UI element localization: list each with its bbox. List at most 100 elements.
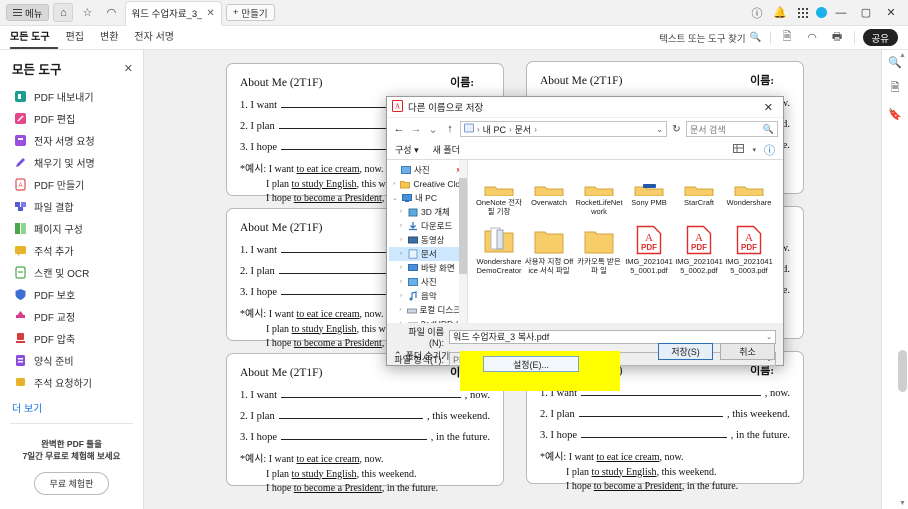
chevron-right-icon[interactable]: › — [397, 223, 405, 229]
answer-blank[interactable] — [581, 429, 727, 438]
sidebar-show-more[interactable]: 더 보기 — [0, 393, 143, 415]
file-item[interactable]: Sony PMB — [624, 166, 674, 217]
file-item[interactable]: Overwatch — [524, 166, 574, 217]
scroll-up-arrow[interactable]: ▲ — [898, 52, 907, 59]
folder-tree[interactable]: 사진 📌 › Creative Cloud Fil ⌄ 내 PC › 3D 개체 — [387, 160, 468, 323]
document-tab[interactable]: 워드 수업자료_3_ ✕ — [125, 0, 222, 26]
organize-button[interactable]: 구성 ▾ — [395, 143, 419, 156]
scroll-down-arrow[interactable]: ▼ — [898, 500, 907, 507]
tab-all-tools[interactable]: 모든 도구 — [10, 26, 58, 49]
cloud-sync-icon[interactable]: ◠ — [804, 29, 821, 46]
chevron-right-icon[interactable]: › — [397, 251, 405, 257]
chevron-right-icon[interactable]: › — [391, 181, 397, 187]
answer-blank[interactable] — [278, 410, 423, 419]
bookmark-icon[interactable]: 🔖 — [888, 108, 902, 121]
answer-blank[interactable] — [281, 389, 461, 398]
sidebar-item-add-comment[interactable]: 주석 추가 — [0, 239, 143, 261]
file-list[interactable]: OneNote 전자 필 기장 Overwatch RocketLifeNetw… — [468, 160, 783, 323]
help-icon[interactable]: ⓘ — [747, 3, 767, 22]
tree-item-creative-cloud[interactable]: › Creative Cloud Fil — [389, 177, 467, 191]
tree-scrollbar[interactable] — [459, 160, 467, 323]
back-button[interactable]: ← — [392, 123, 406, 135]
dialog-close-icon[interactable]: ✕ — [759, 101, 778, 114]
bell-icon[interactable]: 🔔 — [770, 3, 790, 22]
chevron-right-icon[interactable]: › — [397, 279, 405, 285]
save-button[interactable]: 저장(S) — [658, 343, 713, 360]
forward-button[interactable]: → — [409, 123, 423, 135]
sidebar-item-scan-ocr[interactable]: 스캔 및 OCR — [0, 261, 143, 283]
chevron-down-icon[interactable]: ▾ — [752, 146, 756, 154]
sidebar-item-protect-pdf[interactable]: PDF 보호 — [0, 283, 143, 305]
answer-blank[interactable] — [281, 431, 427, 440]
cloud-icon[interactable]: ◠ — [101, 3, 121, 22]
sidebar-item-create-pdf[interactable]: A PDF 만들기 — [0, 173, 143, 195]
chevron-down-icon[interactable]: ⌄ — [391, 195, 399, 202]
share-button[interactable]: 공유 — [862, 29, 898, 46]
new-folder-button[interactable]: 새 폴더 — [433, 143, 460, 156]
free-trial-button[interactable]: 무료 체험판 — [33, 472, 110, 495]
tree-item-videos[interactable]: › 동영상 — [389, 233, 467, 247]
up-button[interactable]: ↑ — [443, 123, 457, 135]
export-page-icon[interactable]: 🗎 — [779, 29, 796, 46]
tree-scrollbar-thumb[interactable] — [459, 178, 467, 274]
file-item[interactable]: PDF A IMG_20210415_0002.pdf — [674, 225, 724, 276]
save-as-dialog[interactable]: A 다른 이름으로 저장 ✕ ← → ⌄ ↑ › 내 PC › 문서 › ⌄ ↻ — [386, 96, 784, 391]
sidebar-item-organize-pages[interactable]: 페이지 구성 — [0, 217, 143, 239]
file-item[interactable]: StarCraft — [674, 166, 724, 217]
file-item[interactable]: 카카오톡 받은 파 일 — [574, 225, 624, 276]
sidebar-item-redact-pdf[interactable]: PDF 교정 — [0, 305, 143, 327]
menu-button[interactable]: 메뉴 — [6, 4, 50, 21]
chevron-down-icon[interactable]: ⌄ — [766, 333, 772, 341]
tree-item-3d-objects[interactable]: › 3D 개체 — [389, 205, 467, 219]
sidebar-item-request-esign[interactable]: 전자 서명 요청 — [0, 129, 143, 151]
help-circle-icon[interactable]: ⓘ — [764, 142, 775, 158]
tree-item-downloads[interactable]: › 다운로드 — [389, 219, 467, 233]
filename-input[interactable]: 워드 수업자료_3 복사.pdf ⌄ — [449, 329, 776, 344]
maximize-button[interactable]: ▢ — [855, 3, 877, 23]
tree-item-local-disk-c[interactable]: › 로컬 디스크 (C:) — [389, 303, 467, 317]
dialog-search-input[interactable]: 문서 검색 🔍 — [686, 121, 778, 137]
view-layout-icon[interactable] — [733, 143, 745, 156]
recent-locations-button[interactable]: ⌄ — [426, 123, 440, 136]
breadcrumb-my-pc[interactable]: 내 PC — [483, 123, 506, 136]
vertical-scrollbar-thumb[interactable] — [898, 350, 907, 392]
cancel-button[interactable]: 취소 — [720, 343, 775, 360]
window-close-button[interactable]: ✕ — [880, 3, 902, 23]
sidebar-item-export-pdf[interactable]: PDF 내보내기 — [0, 85, 143, 107]
sidebar-item-fill-and-sign[interactable]: 채우기 및 서명 — [0, 151, 143, 173]
chevron-right-icon[interactable]: › — [397, 265, 405, 271]
home-icon[interactable]: ⌂ — [53, 3, 74, 22]
chevron-right-icon[interactable]: › — [397, 237, 405, 243]
print-icon[interactable]: 🖶 — [829, 29, 846, 46]
tab-esign[interactable]: 전자 서명 — [126, 26, 182, 49]
avatar[interactable] — [816, 7, 827, 18]
breadcrumb-documents[interactable]: 문서 — [515, 123, 532, 136]
tree-item-pictures[interactable]: › 사진 — [389, 275, 467, 289]
create-new-button[interactable]: + 만들기 — [225, 4, 275, 21]
file-item[interactable]: 사용자 지정 Office 서식 파일 — [524, 225, 574, 276]
refresh-icon[interactable]: ↻ — [670, 124, 683, 135]
sidebar-item-request-comments[interactable]: 주석 요청하기 — [0, 371, 143, 393]
settings-button[interactable]: 설정(E)... — [483, 356, 579, 372]
breadcrumb[interactable]: › 내 PC › 문서 › ⌄ — [460, 121, 667, 137]
tree-item-my-pc[interactable]: ⌄ 내 PC — [389, 191, 467, 205]
chevron-down-icon[interactable]: ⌄ — [656, 125, 663, 134]
tab-convert[interactable]: 변환 — [92, 26, 126, 49]
answer-blank[interactable] — [578, 408, 723, 417]
close-icon[interactable]: ✕ — [206, 8, 214, 19]
sidebar-close-icon[interactable]: ✕ — [124, 62, 133, 75]
file-item[interactable]: RocketLifeNetwork — [574, 166, 624, 217]
thumbnails-icon[interactable]: 🗎 — [891, 79, 900, 98]
sidebar-item-edit-pdf[interactable]: PDF 편집 — [0, 107, 143, 129]
sidebar-item-compress-pdf[interactable]: PDF 압축 — [0, 327, 143, 349]
chevron-right-icon[interactable]: › — [397, 307, 404, 313]
apps-grid-icon[interactable] — [793, 3, 813, 22]
file-item[interactable]: PDF A IMG_20210415_0003.pdf — [724, 225, 774, 276]
tree-item-documents[interactable]: › 문서 — [389, 247, 467, 261]
file-item[interactable]: PDF A IMG_20210415_0001.pdf — [624, 225, 674, 276]
hide-folders-toggle[interactable]: ⌃ 폴더 숨기기 — [394, 349, 449, 362]
minimize-button[interactable]: — — [830, 3, 852, 23]
file-item[interactable]: OneNote 전자 필 기장 — [474, 166, 524, 217]
tab-edit[interactable]: 편집 — [58, 26, 92, 49]
chevron-right-icon[interactable]: › — [397, 209, 405, 215]
